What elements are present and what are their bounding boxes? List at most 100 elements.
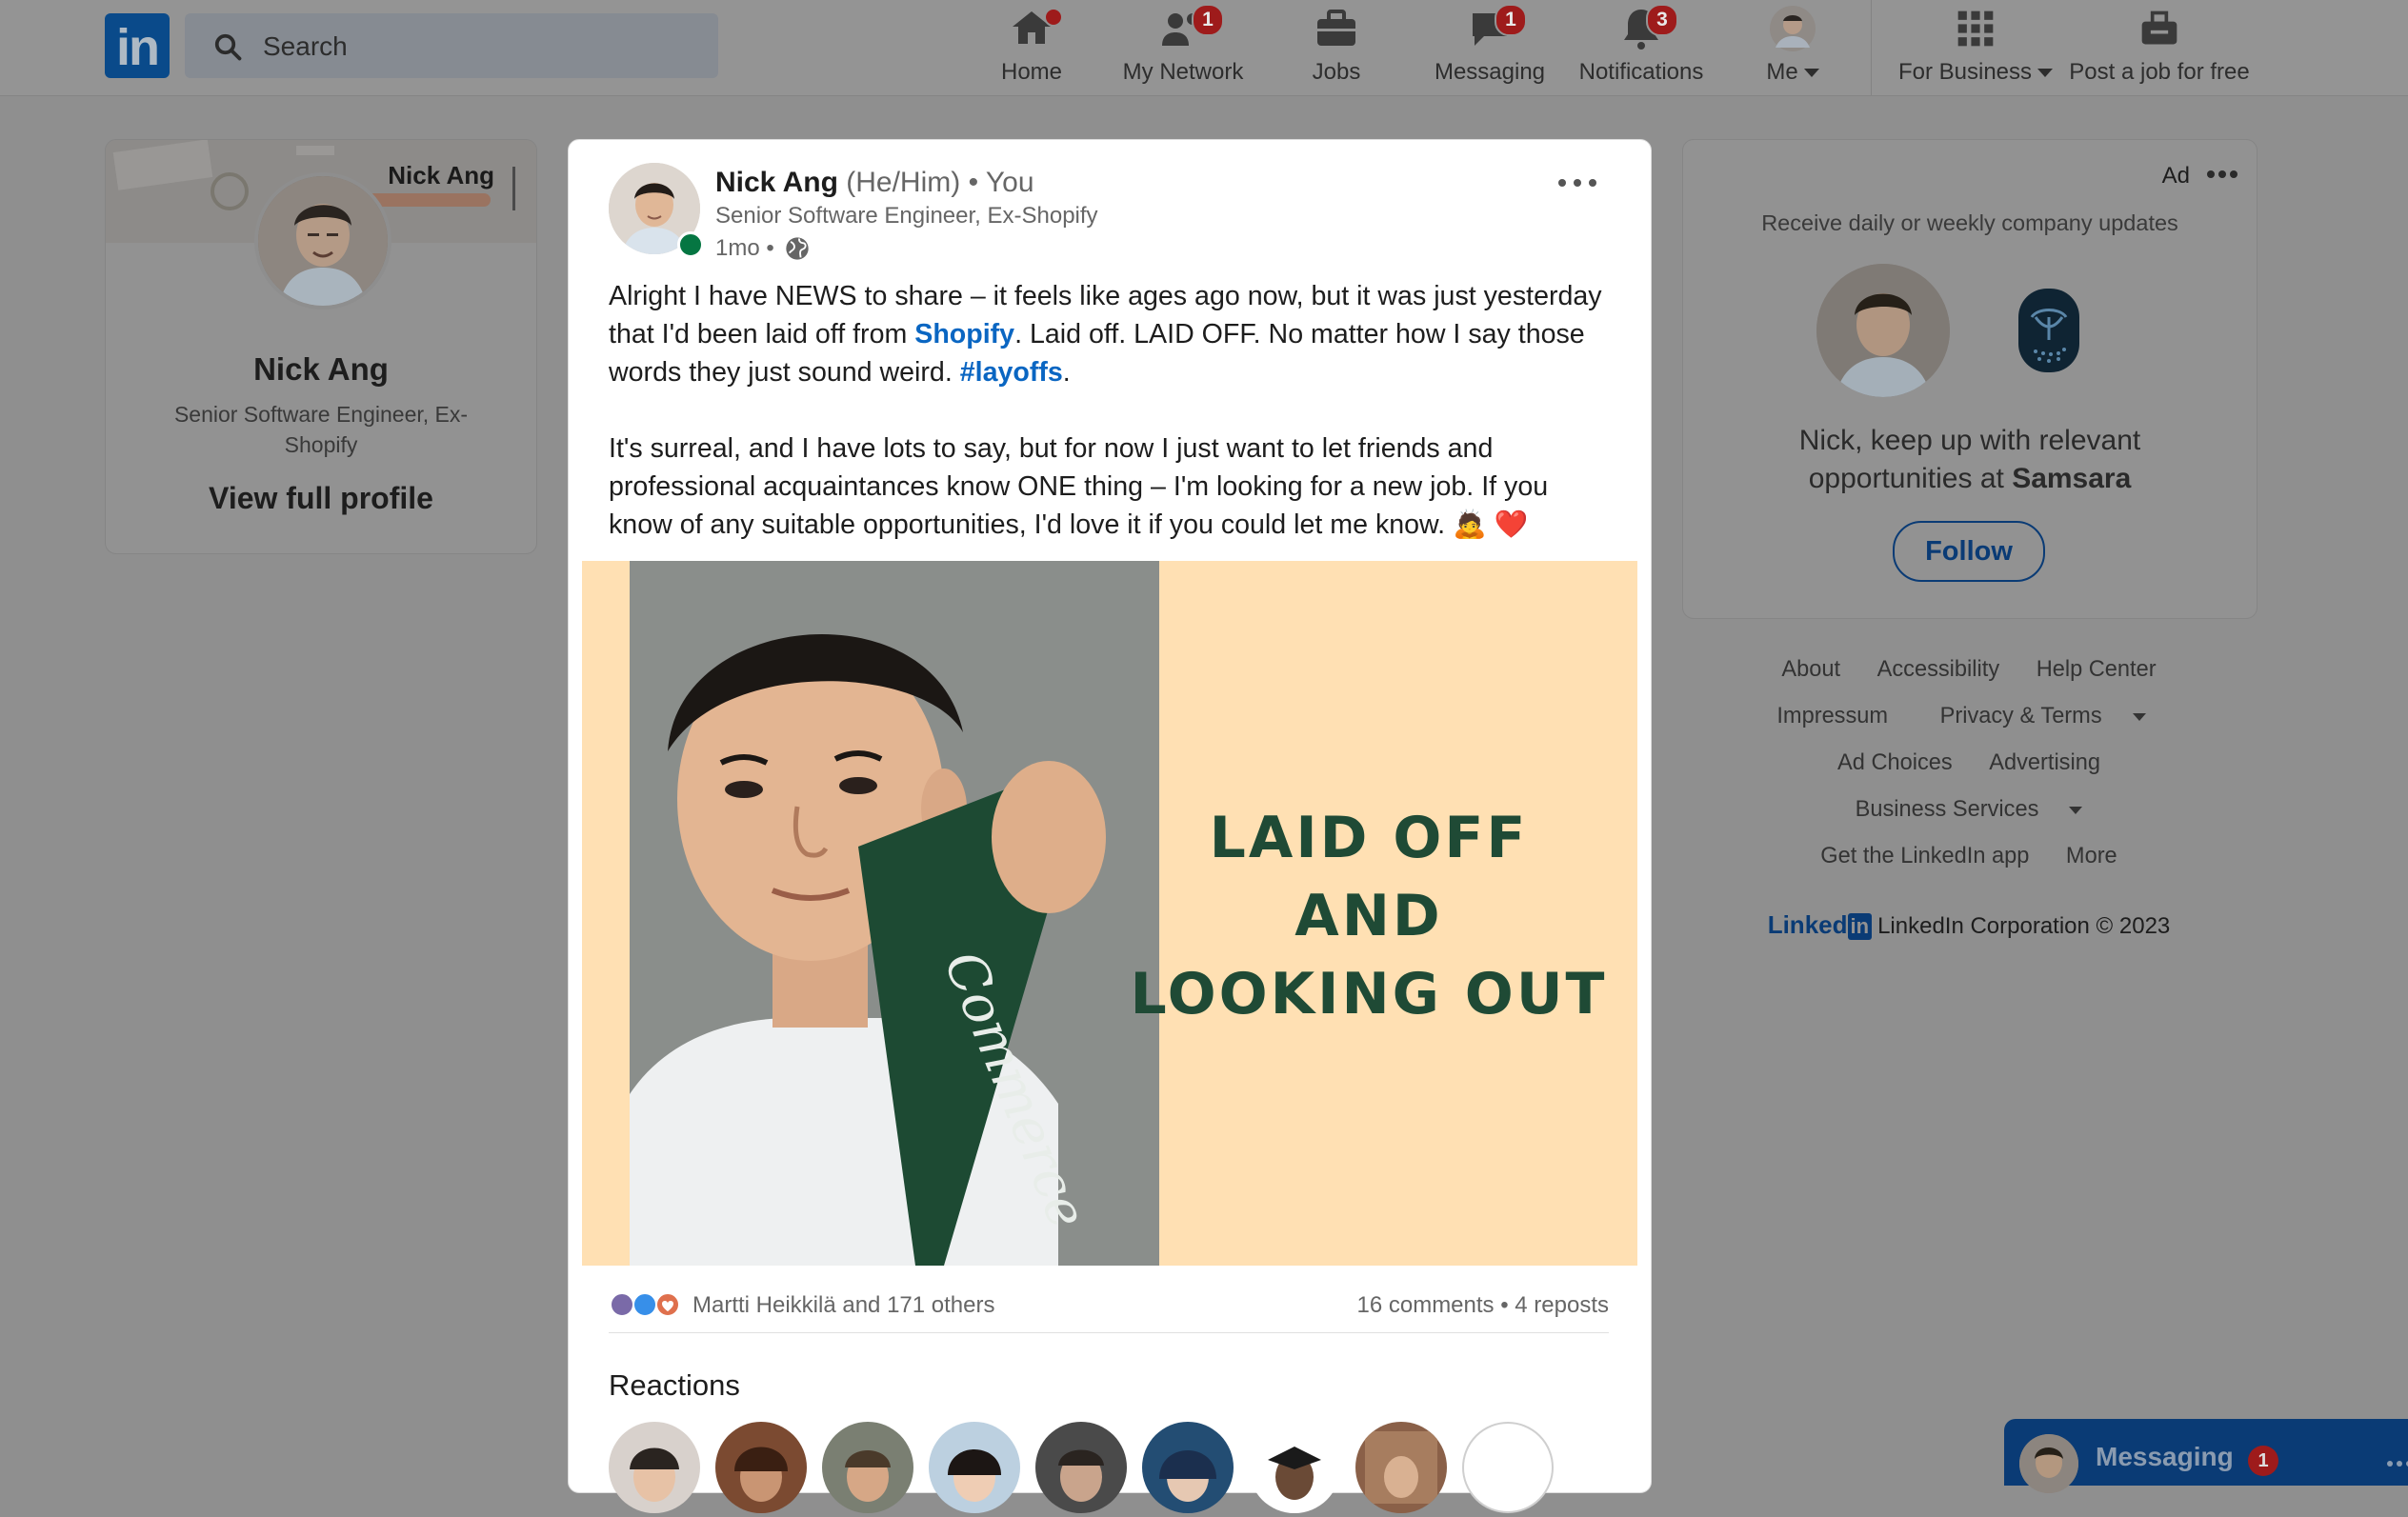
reactor-avatar[interactable] (822, 1422, 913, 1513)
search-box[interactable] (185, 13, 718, 78)
post-image[interactable]: Commerce LAID OFF AND LOOKING OUT (582, 561, 1637, 1266)
reaction-avatars-row (609, 1422, 1618, 1517)
briefcase-icon (1313, 6, 1360, 51)
nav-messaging-label: Messaging (1434, 59, 1546, 85)
nav-notifications[interactable]: 3 Notifications (1572, 4, 1711, 91)
profile-headline: Senior Software Engineer, Ex-Shopify (173, 402, 469, 457)
post-paragraph-2: It's surreal, and I have lots to say, bu… (609, 433, 1549, 540)
chevron-down-icon (2132, 712, 2146, 721)
cover-tag (367, 193, 491, 207)
footer-impressum-link[interactable]: Impressum (1776, 704, 1888, 729)
home-icon (1008, 6, 1063, 51)
cover-name-text: Nick Ang (388, 161, 494, 190)
linkedin-wordmark: Linked (1767, 910, 1848, 939)
notifications-badge: 3 (1646, 4, 1678, 36)
follow-button[interactable]: Follow (1893, 521, 2045, 582)
linkedin-in-icon: in (1847, 913, 1873, 940)
footer-business-services-link[interactable]: Business Services (1840, 797, 2098, 822)
online-status-dot (677, 231, 704, 258)
reactor-avatar[interactable] (715, 1422, 807, 1513)
cover-divider (512, 167, 515, 210)
reaction-icons[interactable] (609, 1290, 685, 1319)
social-counts-row: Martti Heikkilä and 171 others 16 commen… (609, 1287, 1609, 1325)
top-navigation-bar: in Home 1 My Network Jobs 1 (0, 0, 2408, 96)
post-timestamp: 1mo • (715, 235, 774, 261)
footer-accessibility-link[interactable]: Accessibility (1877, 657, 2000, 682)
reactor-avatar[interactable] (1249, 1422, 1340, 1513)
footer-about-link[interactable]: About (1781, 657, 1840, 682)
ad-company-name: Samsara (2012, 463, 2132, 494)
nav-for-business-label: For Business (1892, 59, 2059, 86)
linkedin-logo[interactable]: in (105, 13, 170, 78)
reactor-avatar[interactable] (1035, 1422, 1127, 1513)
chevron-down-icon (1803, 69, 1819, 78)
reactor-avatar[interactable] (609, 1422, 700, 1513)
nav-home[interactable]: Home (991, 6, 1073, 91)
search-input[interactable] (261, 23, 703, 70)
image-caption-line-3: LOOKING OUT (1130, 961, 1608, 1028)
view-full-profile-link[interactable]: View full profile (106, 481, 536, 516)
footer-more-link[interactable]: More (2066, 844, 2117, 868)
nav-me[interactable]: Me (1758, 6, 1827, 91)
search-icon (214, 33, 242, 61)
footer-privacy-terms-link[interactable]: Privacy & Terms (1925, 704, 2161, 729)
author-name[interactable]: Nick Ang (715, 167, 838, 198)
nav-for-business[interactable]: For Business (1892, 6, 2059, 91)
selfie-photo: Commerce (630, 561, 1159, 1266)
ad-more-options-icon[interactable] (2205, 169, 2239, 180)
image-caption-line-1: LAID OFF (1209, 805, 1529, 871)
footer-get-app-link[interactable]: Get the LinkedIn app (1820, 844, 2029, 868)
ad-subtitle: Receive daily or weekly company updates (1761, 210, 2178, 235)
messaging-badge: 1 (1495, 4, 1527, 36)
reactor-avatar[interactable] (929, 1422, 1020, 1513)
messaging-more-icon[interactable] (2385, 1459, 2408, 1468)
post-content: Nick Ang (He/Him) • You Senior Software … (582, 140, 1637, 1513)
layoffs-hashtag-link[interactable]: #layoffs (960, 357, 1063, 388)
nav-divider (1871, 0, 1872, 95)
nav-jobs-label: Jobs (1312, 59, 1361, 85)
reactor-avatar[interactable] (1355, 1422, 1447, 1513)
ad-label: Ad (2161, 163, 2190, 189)
author-name-line: Nick Ang (He/Him) • You (715, 167, 1034, 199)
chevron-down-icon (2037, 69, 2054, 78)
chevron-down-icon (2069, 806, 2083, 814)
chat-icon: 1 (1466, 4, 1527, 51)
home-notification-dot (1044, 8, 1063, 27)
author-headline: Senior Software Engineer, Ex-Shopify (715, 203, 1098, 229)
nav-notifications-label: Notifications (1578, 59, 1704, 85)
ad-user-avatar (1816, 264, 1950, 397)
social-divider (609, 1332, 1609, 1333)
nav-my-network[interactable]: 1 My Network (1116, 4, 1250, 91)
messaging-label: Messaging (2096, 1442, 2234, 1471)
profile-avatar[interactable] (254, 172, 391, 309)
footer-help-center-link[interactable]: Help Center (2037, 657, 2157, 682)
comments-reposts-count[interactable]: 16 comments • 4 reposts (1356, 1292, 1609, 1319)
me-avatar (1770, 6, 1816, 51)
network-badge: 1 (1192, 4, 1224, 36)
reactors-link[interactable]: Martti Heikkilä and 171 others (692, 1292, 994, 1319)
nav-home-label: Home (1000, 59, 1063, 85)
nav-messaging[interactable]: 1 Messaging (1429, 4, 1551, 91)
footer-advertising-link[interactable]: Advertising (1989, 750, 2100, 775)
messaging-overlay-bar[interactable]: Messaging 1 (2004, 1419, 2408, 1493)
shopify-mention-link[interactable]: Shopify (914, 319, 1014, 349)
globe-icon (786, 237, 809, 260)
reactor-avatar[interactable] (1142, 1422, 1234, 1513)
nav-me-label: Me (1758, 59, 1827, 86)
reactions-heading: Reactions (609, 1368, 740, 1402)
nav-jobs[interactable]: Jobs (1305, 6, 1368, 91)
copyright-text: LinkedIn Corporation © 2023 (1877, 913, 2171, 939)
post-more-options-icon[interactable] (1554, 169, 1601, 197)
job-post-icon (2138, 6, 2180, 51)
image-caption: LAID OFF AND LOOKING OUT (1112, 799, 1626, 1033)
profile-name: Nick Ang (253, 351, 389, 387)
profile-card: Nick Ang Nick Ang Senior Software Engine… (105, 139, 537, 554)
post-text-segment: . (1062, 357, 1071, 388)
author-pronouns: (He/Him) (846, 167, 961, 198)
author-you-label: • You (968, 167, 1034, 198)
nav-post-job[interactable]: Post a job for free (2061, 6, 2258, 91)
messaging-overlay-badge: 1 (2248, 1446, 2278, 1476)
footer-ad-choices-link[interactable]: Ad Choices (1837, 750, 1953, 775)
nav-post-job-label: Post a job for free (2069, 59, 2250, 85)
more-reactors-avatar[interactable] (1462, 1422, 1554, 1513)
